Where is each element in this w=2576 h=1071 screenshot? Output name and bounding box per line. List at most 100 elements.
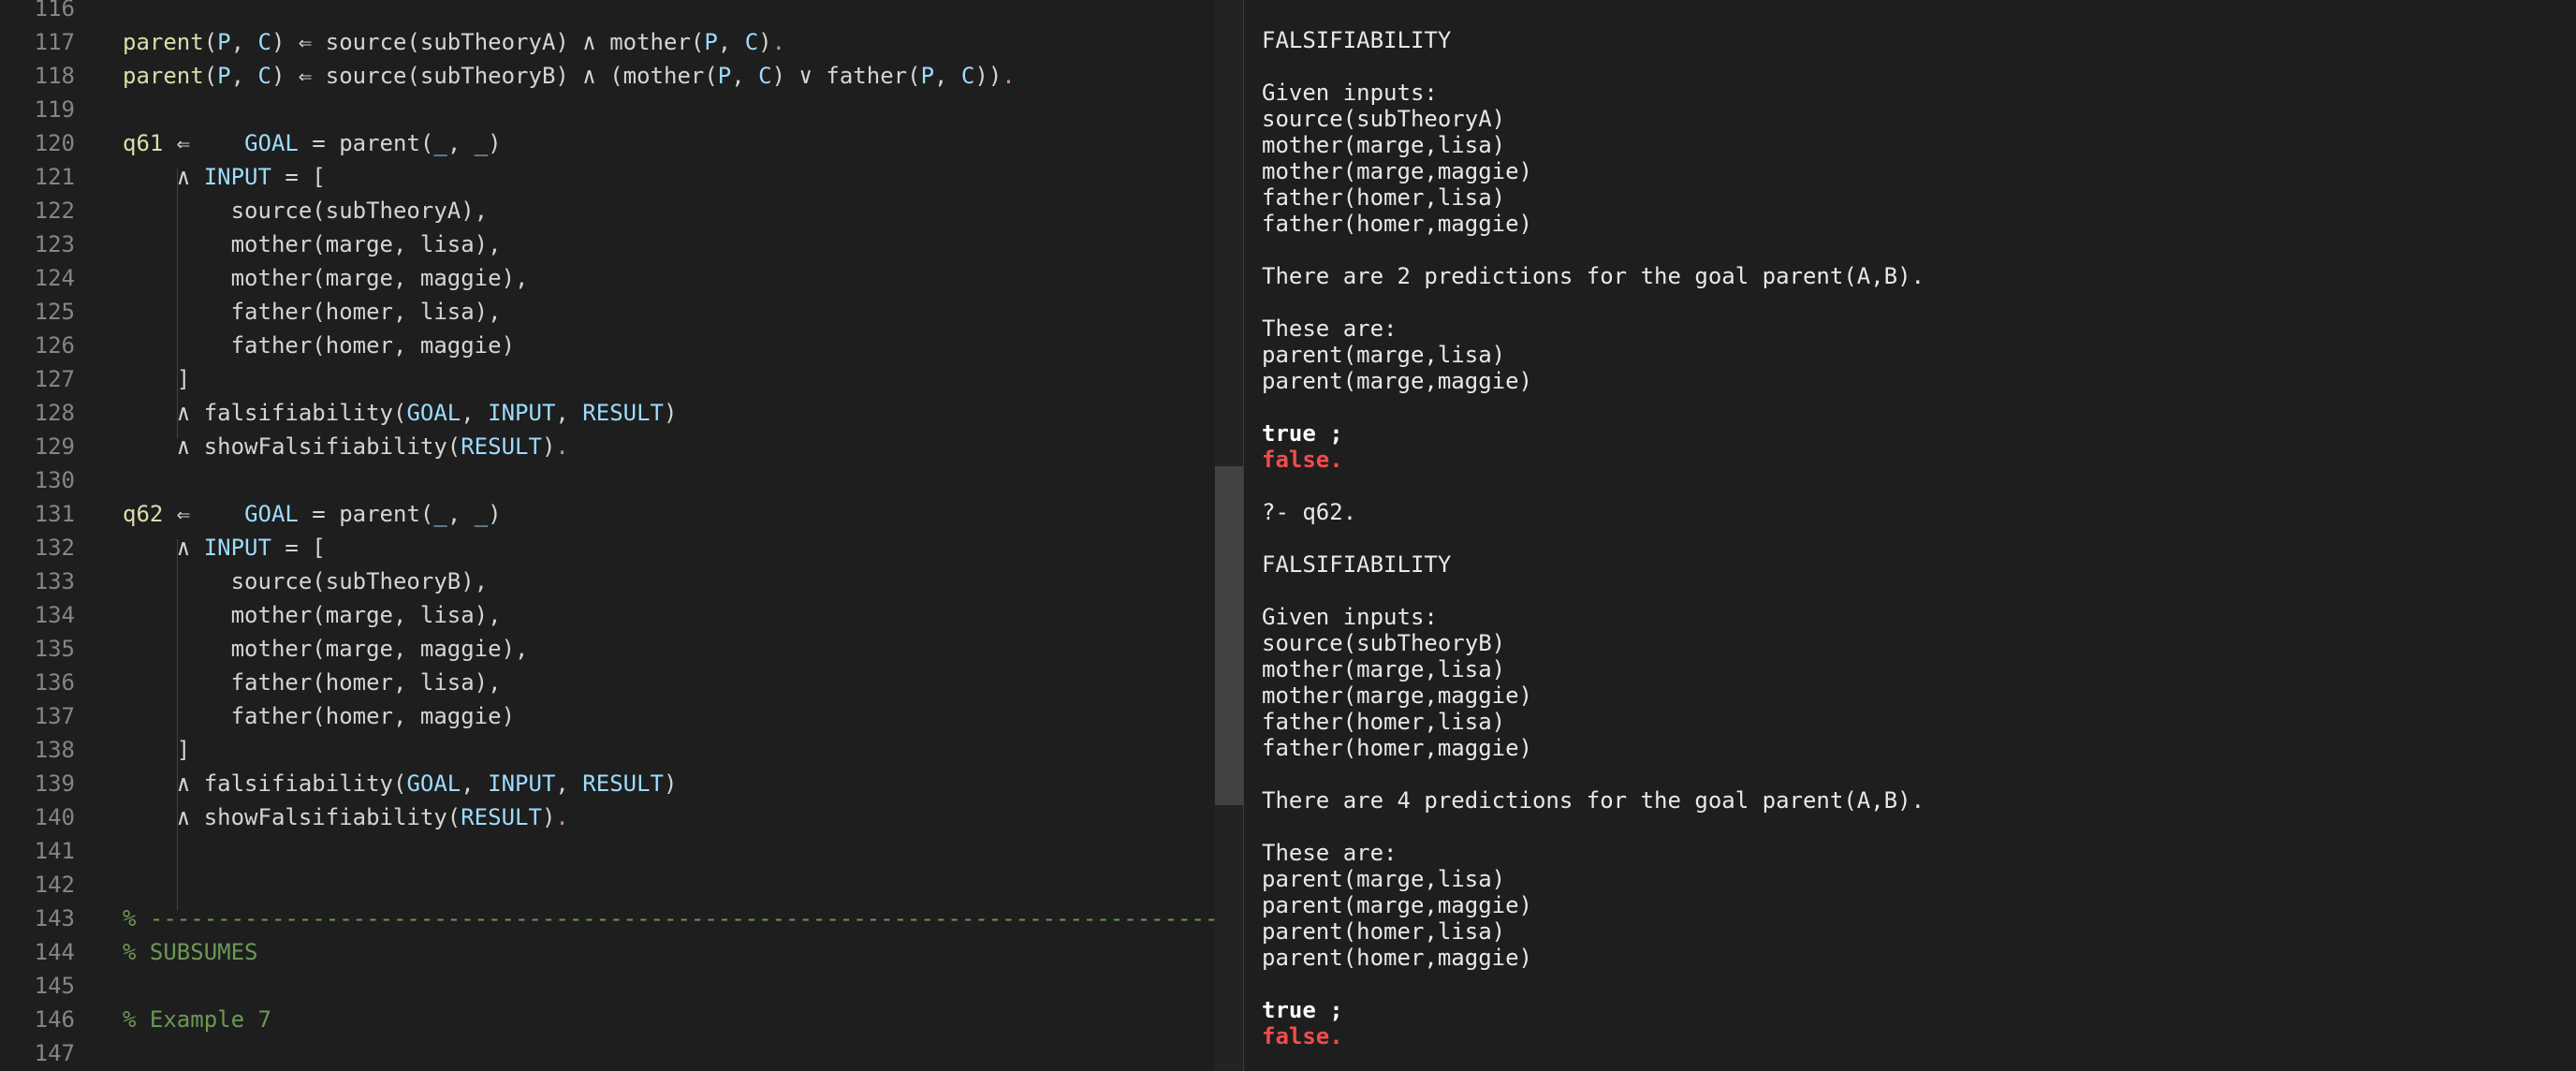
code-text: ∧ INPUT = [ (123, 160, 326, 194)
code-token: , (461, 770, 489, 797)
terminal-line: source(subTheoryA) (1262, 106, 1506, 132)
code-token: mother(marge, maggie), (123, 636, 529, 662)
code-line[interactable]: 143 % -----------------------------------… (0, 902, 1215, 935)
terminal-line: parent(homer,maggie) (1262, 945, 1532, 971)
code-line[interactable]: 146 % Example 7 (0, 1003, 1215, 1036)
terminal-line: These are: (1262, 840, 1398, 866)
code-token: ∧ falsifiability( (123, 770, 407, 797)
terminal-line: father(homer,lisa) (1262, 709, 1506, 735)
code-text: father(homer, lisa), (123, 295, 502, 329)
terminal-line: parent(marge,lisa) (1262, 342, 1506, 368)
code-line[interactable]: 141 (0, 834, 1215, 868)
code-line[interactable]: 145 (0, 969, 1215, 1003)
code-line[interactable]: 126 father(homer, maggie) (0, 329, 1215, 362)
code-line[interactable]: 117 parent(P, C) ⇐ source(subTheoryA) ∧ m… (0, 25, 1215, 59)
line-number: 141 (34, 838, 75, 864)
code-token: . (555, 433, 569, 460)
code-token: GOAL (244, 501, 299, 527)
code-line[interactable]: 130 (0, 463, 1215, 497)
line-number: 121 (34, 164, 75, 190)
line-number: 137 (34, 703, 75, 729)
code-line[interactable]: 123 mother(marge, lisa), (0, 227, 1215, 261)
code-line[interactable]: 147 (0, 1036, 1215, 1070)
code-line[interactable]: 138 ] (0, 733, 1215, 767)
line-number: 129 (34, 433, 75, 460)
line-number: 133 (34, 568, 75, 594)
code-line[interactable]: 132 ∧ INPUT = [ (0, 531, 1215, 565)
code-token: ∧ (123, 164, 204, 190)
code-line[interactable]: 127 ] (0, 362, 1215, 396)
code-line[interactable]: 131 q62 ⇐ GOAL = parent(_, _) (0, 497, 1215, 531)
code-line[interactable]: 140 ∧ showFalsifiability(RESULT). (0, 800, 1215, 834)
code-token: ∧ showFalsifiability( (123, 433, 461, 460)
code-token: ) (664, 770, 678, 797)
code-text: ∧ falsifiability(GOAL, INPUT, RESULT) (123, 396, 678, 430)
code-token: RESULT (461, 433, 542, 460)
code-line[interactable]: 139 ∧ falsifiability(GOAL, INPUT, RESULT… (0, 767, 1215, 800)
code-line[interactable]: 133 source(subTheoryB), (0, 565, 1215, 598)
code-text: parent(P, C) ⇐ source(subTheoryB) ∧ (mot… (123, 59, 1016, 93)
code-text: mother(marge, lisa), (123, 598, 502, 632)
code-text: % Example 7 (123, 1003, 271, 1036)
terminal-line: true ; (1262, 420, 1343, 447)
code-token: INPUT (488, 400, 556, 426)
code-token: GOAL (406, 400, 461, 426)
line-number: 119 (34, 96, 75, 123)
code-line[interactable]: 128 ∧ falsifiability(GOAL, INPUT, RESULT… (0, 396, 1215, 430)
code-text: father(homer, maggie) (123, 329, 515, 362)
code-line[interactable]: 121 ∧ INPUT = [ (0, 160, 1215, 194)
terminal-output-panel[interactable]: FALSIFIABILITY Given inputs: source(subThe… (1244, 0, 2576, 1071)
line-number: 142 (34, 872, 75, 898)
code-text: mother(marge, lisa), (123, 227, 502, 261)
code-token: father(homer, lisa), (123, 669, 502, 696)
code-token: q62 (123, 501, 164, 527)
code-token: C (257, 29, 271, 55)
line-number: 122 (34, 198, 75, 224)
code-token: C (758, 63, 772, 89)
code-line[interactable]: 136 father(homer, lisa), (0, 666, 1215, 699)
code-line[interactable]: 134 mother(marge, lisa), (0, 598, 1215, 632)
code-text: ∧ showFalsifiability(RESULT). (123, 430, 569, 463)
code-line[interactable]: 122 source(subTheoryA), (0, 194, 1215, 227)
code-token: C (960, 63, 975, 89)
code-token: ( (203, 63, 218, 89)
editor-scrollbar-thumb[interactable] (1215, 466, 1243, 805)
code-text: ] (123, 362, 190, 396)
code-text: parent(P, C) ⇐ source(subTheoryA) ∧ moth… (123, 25, 785, 59)
code-text: % SUBSUMES (123, 935, 258, 969)
code-token: RESULT (582, 770, 664, 797)
line-number: 123 (34, 231, 75, 257)
code-line[interactable]: 135 mother(marge, maggie), (0, 632, 1215, 666)
code-line[interactable]: 129 ∧ showFalsifiability(RESULT). (0, 430, 1215, 463)
code-token: INPUT (488, 770, 556, 797)
code-token: ∧ showFalsifiability( (123, 804, 461, 830)
code-line[interactable]: 116 (0, 0, 1215, 25)
code-token: source(subTheoryB), (123, 568, 489, 594)
terminal-line: These are: (1262, 315, 1398, 342)
code-line[interactable]: 120 q61 ⇐ GOAL = parent(_, _) (0, 126, 1215, 160)
line-number: 143 (34, 905, 75, 932)
code-token: RESULT (582, 400, 664, 426)
code-token: , (446, 130, 475, 156)
code-token: INPUT (203, 164, 271, 190)
code-text: q62 ⇐ GOAL = parent(_, _) (123, 497, 502, 531)
terminal-line: ?- q62. (1262, 499, 1357, 525)
code-line[interactable]: 125 father(homer, lisa), (0, 295, 1215, 329)
code-line[interactable]: 119 (0, 93, 1215, 126)
terminal-line: mother(marge,lisa) (1262, 132, 1506, 158)
terminal-line: father(homer,maggie) (1262, 211, 1532, 237)
code-token: ⇐ (163, 130, 245, 156)
line-number: 125 (34, 299, 75, 325)
code-token: , (731, 63, 759, 89)
code-token: = [ (271, 535, 326, 561)
code-line[interactable]: 142 (0, 868, 1215, 902)
code-token: parent (123, 63, 204, 89)
code-token: ∧ (123, 535, 204, 561)
code-line[interactable]: 144 % SUBSUMES (0, 935, 1215, 969)
terminal-line: mother(marge,maggie) (1262, 158, 1532, 184)
code-line[interactable]: 137 father(homer, maggie) (0, 699, 1215, 733)
code-line[interactable]: 118 parent(P, C) ⇐ source(subTheoryB) ∧ (… (0, 59, 1215, 93)
code-line[interactable]: 124 mother(marge, maggie), (0, 261, 1215, 295)
terminal-line: FALSIFIABILITY (1262, 551, 1452, 578)
code-editor[interactable]: 116 117 parent(P, C) ⇐ source(subTheoryA) … (0, 0, 1215, 1071)
